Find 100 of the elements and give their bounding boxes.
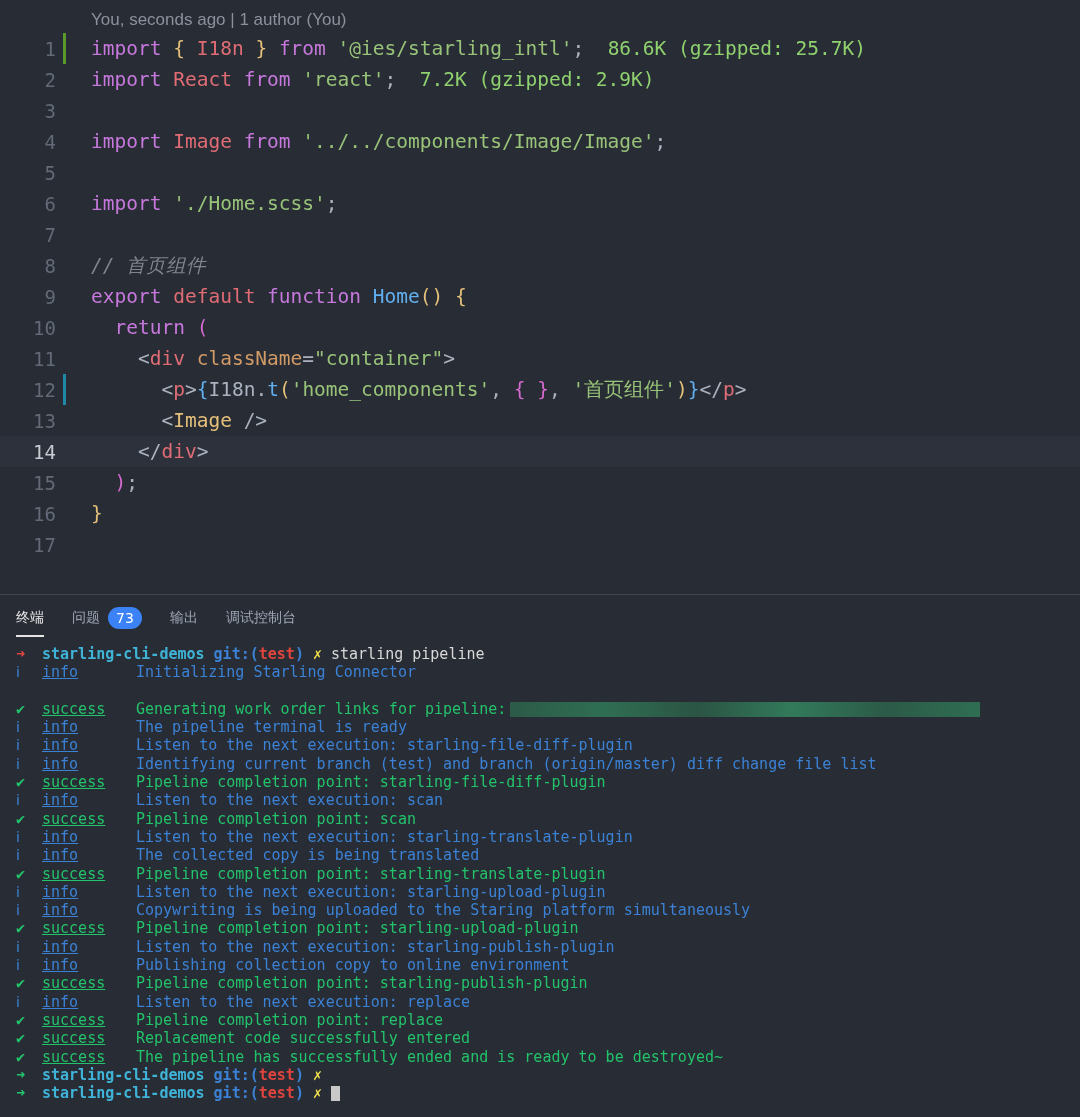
log-message: Listen to the next execution: starling-publish-plugin: [136, 937, 615, 957]
panel-tab[interactable]: 调试控制台: [225, 599, 296, 637]
code-line: }: [91, 502, 103, 525]
log-message: Listen to the next execution: starling-translate-plugin: [136, 827, 633, 847]
line-number: 13: [32, 409, 56, 432]
status-icon: ✔: [16, 699, 42, 719]
prompt-text: starling-cli-demos git:(test) ✗: [42, 1065, 322, 1085]
panel-tab[interactable]: 输出: [169, 599, 198, 637]
log-level[interactable]: success: [42, 773, 136, 792]
log-message: Listen to the next execution: starling-upload-plugin: [136, 882, 606, 902]
log-level[interactable]: success: [42, 974, 136, 993]
log-message: Listen to the next execution: replace: [136, 992, 471, 1011]
code-line: // 首页组件: [91, 254, 207, 277]
status-icon: ℹ: [16, 827, 42, 847]
status-icon: ℹ: [16, 846, 42, 865]
code-line: export default function Home() {: [91, 285, 467, 308]
status-icon: ℹ: [16, 754, 42, 774]
code-line: <div className="container">: [136, 347, 455, 370]
line-number: 1: [43, 37, 56, 60]
status-icon: ✔: [16, 809, 42, 828]
code-line: import { I18n } from '@ies/starling_intl'; 86.6K (gzipped: 25.7K): [91, 37, 866, 60]
log-message: Pipeline completion point: starling-translate-plugin: [136, 864, 606, 883]
status-icon: ✔: [16, 974, 42, 993]
status-icon: ℹ: [16, 718, 42, 737]
line-number: 4: [43, 130, 56, 153]
line-number: 6: [43, 192, 56, 215]
line-number: 11: [32, 347, 56, 370]
log-message: Pipeline completion point: replace: [136, 1010, 444, 1030]
line-number: 17: [32, 533, 56, 556]
code-line: <p>{I18n.t('home_components', { }, '首页组件')}</p>: [160, 378, 747, 401]
log-message: The collected copy is being translated: [136, 846, 480, 865]
status-icon: ✔: [16, 1010, 42, 1030]
line-number: 7: [43, 223, 56, 246]
log-message: Generating work order links for pipeline:: [136, 699, 507, 719]
line-number: 15: [32, 471, 56, 494]
log-level[interactable]: info: [42, 937, 136, 957]
log-message: Pipeline completion point: starling-file-diff-plugin: [136, 773, 606, 792]
code-line: </div>: [136, 440, 209, 463]
log-level[interactable]: success: [42, 699, 136, 719]
line-number: 3: [43, 99, 56, 122]
log-level[interactable]: success: [42, 1047, 136, 1066]
status-icon: ℹ: [16, 901, 42, 920]
panel-tab[interactable]: 终端: [16, 599, 44, 637]
prompt-arrow: ➜: [16, 1065, 27, 1085]
panel-tab[interactable]: 问题 73: [72, 597, 142, 639]
code-line: );: [113, 471, 138, 494]
log-level[interactable]: info: [42, 827, 136, 847]
log-message: Identifying current branch (test) and branch (origin/master) diff change file list: [136, 754, 877, 774]
log-level[interactable]: info: [42, 791, 136, 810]
log-level[interactable]: info: [42, 882, 136, 902]
status-icon: ℹ: [16, 992, 42, 1011]
status-icon: ℹ: [16, 736, 42, 755]
log-message: Listen to the next execution: scan: [136, 791, 444, 810]
log-level[interactable]: success: [42, 809, 136, 828]
log-level[interactable]: info: [42, 718, 136, 737]
log-level[interactable]: info: [42, 736, 136, 755]
log-message: Publishing collection copy to online environment: [136, 956, 570, 975]
line-number: 2: [43, 68, 56, 91]
log-message: The pipeline has successfully ended and is ready to be destroyed~: [136, 1047, 723, 1066]
status-icon: ℹ: [16, 882, 42, 902]
log-message: Listen to the next execution: starling-file-diff-plugin: [136, 736, 633, 755]
log-level[interactable]: success: [42, 1010, 136, 1030]
status-icon: ℹ: [16, 791, 42, 810]
status-icon: ✔: [16, 864, 42, 883]
log-message: Pipeline completion point: starling-upload-plugin: [136, 919, 579, 938]
log-level[interactable]: success: [42, 864, 136, 883]
log-level[interactable]: success: [42, 1029, 136, 1048]
count-badge: 73: [108, 607, 142, 629]
status-icon: ✔: [16, 1047, 42, 1066]
log-level[interactable]: info: [42, 992, 136, 1011]
log-level[interactable]: info: [42, 956, 136, 975]
code-line: import React from 'react'; 7.2K (gzipped: 2.9K): [91, 68, 655, 91]
code-line: return (: [113, 316, 209, 339]
code-line: import Image from '../../components/Image/Image';: [91, 130, 667, 153]
line-number: 10: [32, 316, 56, 339]
log-message: Pipeline completion point: starling-publish-plugin: [136, 974, 588, 993]
line-number: 14: [32, 440, 56, 463]
log-level[interactable]: info: [42, 663, 136, 682]
status-icon: ✔: [16, 919, 42, 938]
prompt-arrow: ➜: [16, 1084, 27, 1103]
prompt-text: starling-cli-demos git:(test) ✗: [42, 1084, 322, 1103]
status-icon: ℹ: [16, 937, 42, 957]
code-line: <Image />: [160, 409, 268, 432]
log-message: Initializing Starling Connector: [136, 663, 416, 682]
status-icon: ℹ: [16, 663, 42, 682]
line-number: 8: [43, 254, 56, 277]
log-level[interactable]: info: [42, 901, 136, 920]
log-level[interactable]: success: [42, 919, 136, 938]
blame-annotation: You, seconds ago | 1 author (You): [91, 9, 348, 31]
code-line: import './Home.scss';: [91, 192, 338, 215]
prompt-text: starling-cli-demos git:(test) ✗ starling pipeline: [42, 645, 485, 664]
log-message: Copywriting is being uploaded to the Staring platform simultaneously: [136, 901, 751, 920]
line-number: 16: [32, 502, 56, 525]
status-icon: ✔: [16, 1029, 42, 1048]
log-message: Pipeline completion point: scan: [136, 809, 416, 828]
prompt-arrow: ➜: [16, 645, 27, 664]
log-level[interactable]: info: [42, 846, 136, 865]
line-number: 9: [43, 285, 56, 308]
log-level[interactable]: info: [42, 754, 136, 774]
status-icon: ✔: [16, 773, 42, 792]
